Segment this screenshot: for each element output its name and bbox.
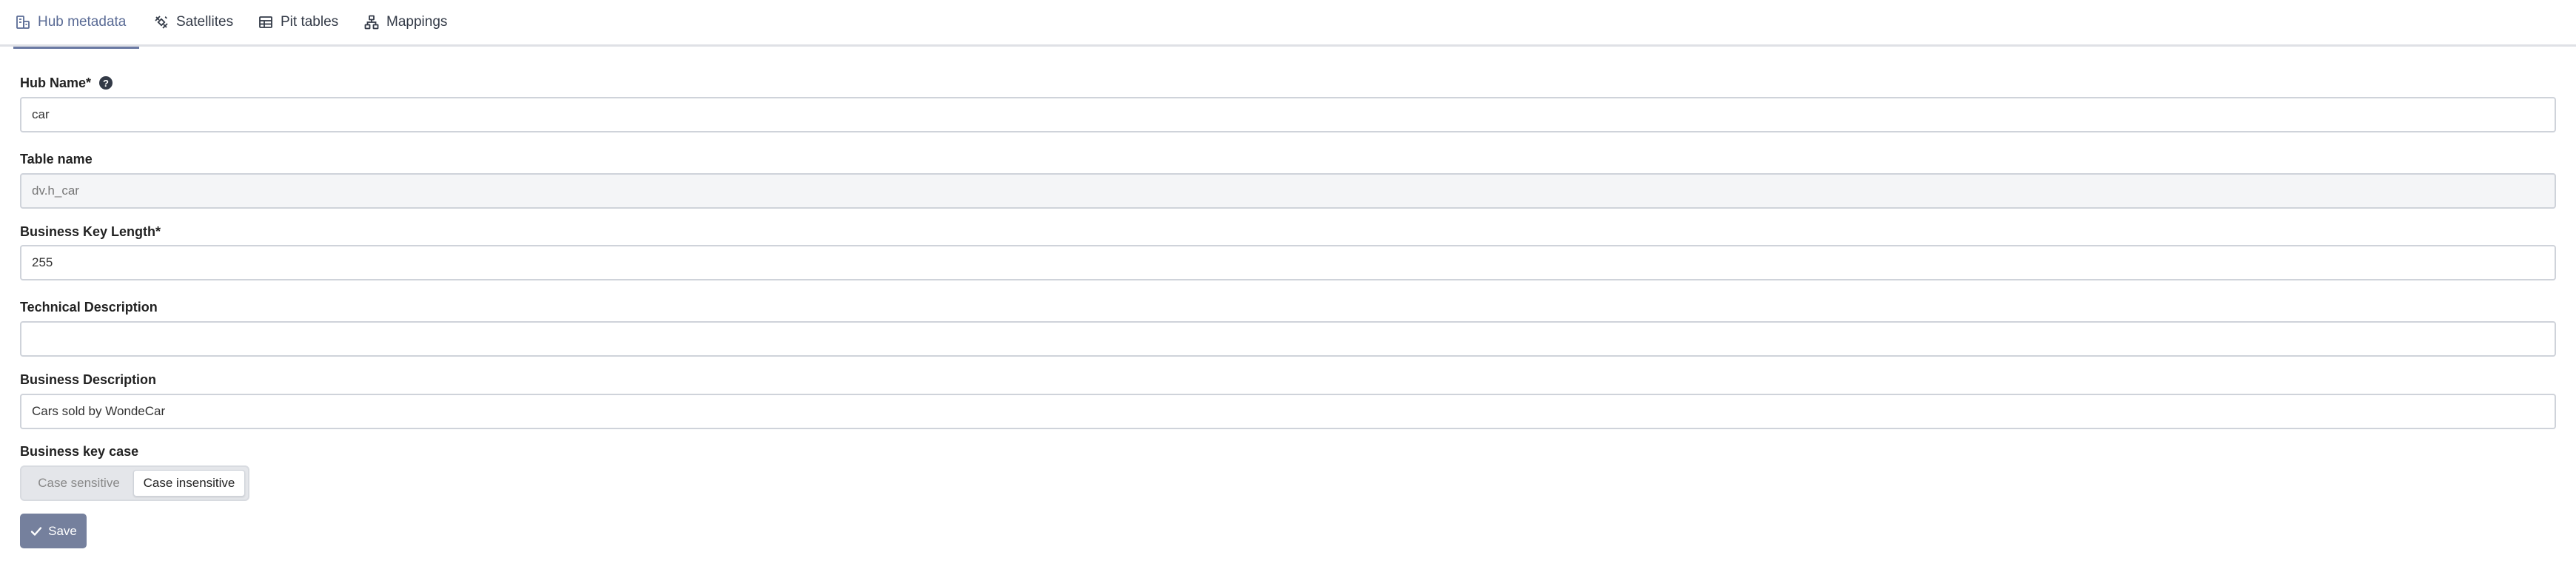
tab-pit-tables[interactable]: Pit tables [258,0,338,47]
tab-satellites[interactable]: Satellites [153,0,233,47]
business-description-label: Business Description [20,371,157,387]
business-key-case-label: Business key case [20,443,139,459]
tab-bar: Hub metadata Satellites Pit tables Mappi… [0,0,2576,49]
tab-hub-metadata-label: Hub metadata [38,14,127,30]
technical-description-label: Technical Description [20,299,158,315]
tab-mappings[interactable]: Mappings [363,0,447,47]
technical-description-input[interactable] [20,321,2556,357]
case-insensitive-option[interactable]: Case insensitive [133,470,245,497]
tab-pit-tables-label: Pit tables [281,14,339,30]
business-key-length-label: Business Key Length* [20,223,161,239]
mappings-icon [363,14,380,30]
checkmark-icon [30,525,43,538]
case-sensitive-option[interactable]: Case sensitive [24,470,133,497]
business-key-length-input[interactable] [20,245,2556,280]
satellites-icon [153,14,170,30]
tab-satellites-label: Satellites [176,14,234,30]
business-description-input[interactable] [20,394,2556,429]
help-icon[interactable]: ? [99,76,113,90]
table-name-label: Table name [20,151,93,167]
save-button[interactable]: Save [20,514,87,548]
tab-hub-metadata[interactable]: Hub metadata [13,0,139,49]
table-icon [258,14,274,30]
table-name-input [20,173,2556,209]
save-button-label: Save [48,523,77,538]
hub-metadata-icon [15,14,31,30]
business-key-case-toggle: Case sensitive Case insensitive [20,465,249,501]
hub-name-label: Hub Name* ? [20,74,113,92]
hub-name-input[interactable] [20,97,2556,132]
tab-mappings-label: Mappings [386,14,448,30]
